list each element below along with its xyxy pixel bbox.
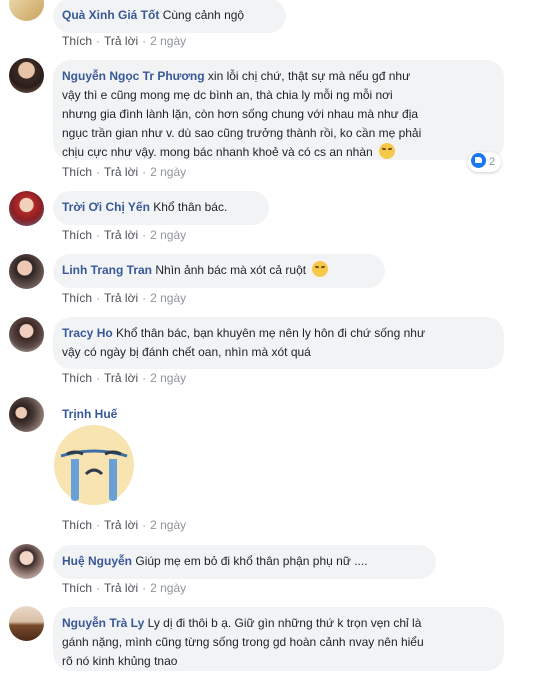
avatar[interactable]: [9, 317, 44, 352]
comment-text: Cùng cảnh ngộ: [162, 8, 245, 22]
avatar[interactable]: [9, 606, 44, 641]
like-link[interactable]: Thích: [62, 34, 92, 48]
author-name[interactable]: Quà Xinh Giá Tốt: [62, 8, 159, 22]
author-name[interactable]: Trời Ơi Chị Yến: [62, 200, 150, 214]
author-name[interactable]: Tracy Ho: [62, 326, 113, 340]
like-link[interactable]: Thích: [62, 228, 92, 242]
reply-link[interactable]: Trả lời: [104, 34, 138, 48]
reply-link[interactable]: Trả lời: [104, 371, 138, 385]
like-link[interactable]: Thích: [62, 581, 92, 595]
reply-link[interactable]: Trả lời: [104, 581, 138, 595]
comment-actions: Thích · Trả lời · 2 ngày: [62, 581, 187, 595]
timestamp[interactable]: 2 ngày: [150, 581, 186, 595]
comment-text: Nhìn ảnh bác mà xót cả ruột: [155, 263, 307, 277]
avatar[interactable]: [9, 191, 44, 226]
avatar[interactable]: [9, 544, 44, 579]
author-name[interactable]: Linh Trang Tran: [62, 263, 152, 277]
comment-text-line: vậy thì e cũng mong mẹ dc bình an, thà c…: [62, 88, 393, 102]
reaction-count[interactable]: 2: [468, 152, 502, 172]
timestamp[interactable]: 2 ngày: [150, 291, 186, 305]
sad-face-icon: [312, 261, 329, 277]
timestamp[interactable]: 2 ngày: [150, 371, 186, 385]
comment-actions: Thích · Trả lời · 2 ngày: [62, 291, 187, 305]
comment-text-line: nhưng gia đình lành lặn, còn hơn sống ch…: [62, 107, 419, 121]
reply-link[interactable]: Trả lời: [104, 291, 138, 305]
comment-text: Giúp mẹ em bỏ đi khổ thân phận phụ nữ ..…: [135, 554, 368, 568]
timestamp[interactable]: 2 ngày: [150, 165, 186, 179]
avatar[interactable]: [9, 0, 44, 21]
comment-text: Khổ thân bác.: [153, 200, 228, 214]
like-link[interactable]: Thích: [62, 518, 92, 532]
comment-actions: Thích · Trả lời · 2 ngày: [62, 34, 187, 48]
timestamp[interactable]: 2 ngày: [150, 228, 186, 242]
comment-bubble: Linh Trang Tran Nhìn ảnh bác mà xót cả r…: [53, 254, 385, 288]
author-name[interactable]: Trịnh Huế: [62, 407, 117, 421]
avatar[interactable]: [9, 397, 44, 432]
author-name[interactable]: Huệ Nguyễn: [62, 554, 132, 568]
comment-actions: Thích · Trả lời · 2 ngày: [62, 518, 187, 532]
comment-text-line: Khổ thân bác, bạn khuyên mẹ nên ly hôn đ…: [116, 326, 425, 340]
like-link[interactable]: Thích: [62, 291, 92, 305]
like-link[interactable]: Thích: [62, 371, 92, 385]
comment-actions: Thích · Trả lời · 2 ngày: [62, 228, 187, 242]
comment-text-line: xin lỗi chị chứ, thật sự mà nếu gđ như: [207, 69, 411, 83]
comment-text-line: gánh nặng, mình cũng từng sống trong gd …: [62, 635, 424, 649]
timestamp[interactable]: 2 ngày: [150, 518, 186, 532]
avatar[interactable]: [9, 254, 44, 289]
comment-text-line: vậy có ngày bị đánh chết oan, nhìn mà xó…: [62, 345, 311, 359]
sad-face-icon: [379, 143, 396, 159]
comment-text-line: ngục trần gian như v. dù sao cũng trưởng…: [62, 126, 422, 140]
comment-bubble: Nguyễn Ngọc Tr Phương xin lỗi chị chứ, t…: [53, 60, 504, 160]
reply-link[interactable]: Trả lời: [104, 165, 138, 179]
crying-face-sticker: [54, 425, 134, 505]
reply-link[interactable]: Trả lời: [104, 518, 138, 532]
comment-actions: Thích · Trả lời · 2 ngày: [62, 371, 187, 385]
comment-bubble: Quà Xinh Giá Tốt Cùng cảnh ngộ: [53, 0, 286, 33]
comment-text-line: rõ nó kinh khủng tnao: [62, 654, 178, 668]
comment-text-line: Ly dị đi thôi b ạ. Giữ gìn những thứ k t…: [147, 616, 422, 630]
comment-text-line: chịu cực như vậy. mong bác nhanh khoẻ và…: [62, 145, 373, 159]
comment-bubble: Trời Ơi Chị Yến Khổ thân bác.: [53, 191, 269, 225]
avatar[interactable]: [9, 58, 44, 93]
author-name[interactable]: Nguyễn Ngọc Tr Phương: [62, 69, 205, 83]
reaction-number: 2: [489, 156, 496, 168]
like-link[interactable]: Thích: [62, 165, 92, 179]
reply-link[interactable]: Trả lời: [104, 228, 138, 242]
like-icon: [471, 153, 486, 168]
comment-bubble: Tracy Ho Khổ thân bác, bạn khuyên mẹ nên…: [53, 317, 504, 369]
author-name[interactable]: Nguyễn Trà Ly: [62, 616, 144, 630]
comment-actions: Thích · Trả lời · 2 ngày: [62, 165, 187, 179]
comment-bubble: Huệ Nguyễn Giúp mẹ em bỏ đi khổ thân phậ…: [53, 545, 436, 579]
comment-bubble: Nguyễn Trà Ly Ly dị đi thôi b ạ. Giữ gìn…: [53, 607, 504, 671]
timestamp[interactable]: 2 ngày: [150, 34, 186, 48]
